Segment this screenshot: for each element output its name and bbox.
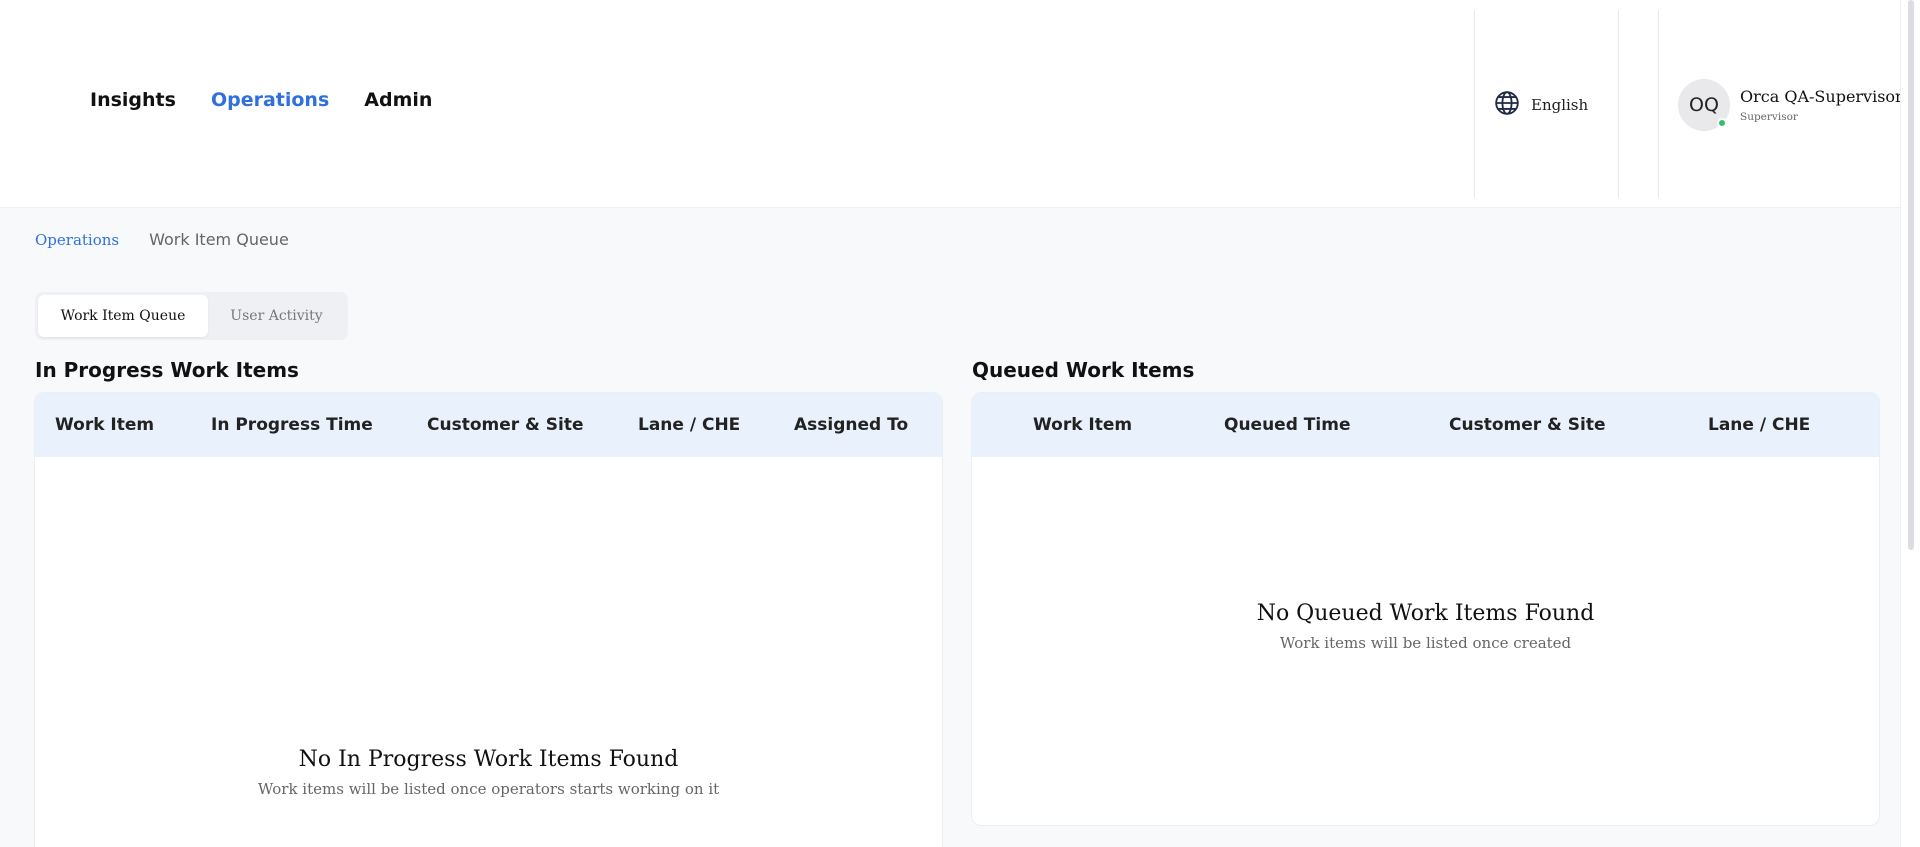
user-profile[interactable]: OQ Orca QA-Supervisor Supervisor [1678,79,1903,131]
empty-state-subtitle: Work items will be listed once created [1279,634,1572,652]
in-progress-empty-state: No In Progress Work Items Found Work ite… [35,747,942,798]
header-divider [1618,10,1619,198]
column-header-lane-che[interactable]: Lane / CHE [1708,393,1810,457]
language-selector[interactable]: English [1494,90,1588,120]
nav-insights[interactable]: Insights [90,89,176,111]
queued-table: Work Item Queued Time Customer & Site La… [971,392,1880,826]
column-header-work-item[interactable]: Work Item [55,393,154,457]
user-name: Orca QA-Supervisor [1740,87,1903,106]
header-divider [1474,10,1475,198]
top-header: Insights Operations Admin English OQ Orc… [0,0,1903,208]
column-header-work-item[interactable]: Work Item [1033,393,1132,457]
avatar-initials: OQ [1689,94,1719,116]
page-scrollbar[interactable] [1900,0,1920,847]
column-header-in-progress-time[interactable]: In Progress Time [211,393,373,457]
tab-work-item-queue[interactable]: Work Item Queue [38,295,208,337]
scrollbar-thumb[interactable] [1908,0,1914,550]
column-header-assigned-to[interactable]: Assigned To [794,393,908,457]
user-role: Supervisor [1740,111,1798,123]
avatar: OQ [1678,79,1730,131]
tab-user-activity[interactable]: User Activity [208,295,345,337]
main-nav: Insights Operations Admin [90,89,432,111]
breadcrumb-current: Work Item Queue [149,230,289,249]
header-divider [1658,10,1659,198]
breadcrumb: Operations Work Item Queue [35,230,289,249]
column-header-lane-che[interactable]: Lane / CHE [638,393,740,457]
in-progress-table: Work Item In Progress Time Customer & Si… [34,392,943,847]
column-header-customer-site[interactable]: Customer & Site [1449,393,1606,457]
in-progress-title: In Progress Work Items [35,358,299,382]
language-label: English [1531,96,1589,114]
nav-admin[interactable]: Admin [364,89,432,111]
queued-title: Queued Work Items [972,358,1195,382]
in-progress-table-header: Work Item In Progress Time Customer & Si… [35,393,942,457]
view-tabs: Work Item Queue User Activity [35,292,348,340]
empty-state-title: No Queued Work Items Found [1256,601,1595,626]
empty-state-subtitle: Work items will be listed once operators… [257,780,720,798]
online-status-indicator [1717,118,1727,128]
column-header-queued-time[interactable]: Queued Time [1224,393,1350,457]
globe-icon [1494,90,1520,120]
nav-operations[interactable]: Operations [211,89,329,111]
empty-state-title: No In Progress Work Items Found [298,747,679,772]
queued-empty-state: No Queued Work Items Found Work items wi… [972,601,1879,652]
queued-table-header: Work Item Queued Time Customer & Site La… [972,393,1879,457]
breadcrumb-operations[interactable]: Operations [35,231,119,249]
column-header-customer-site[interactable]: Customer & Site [427,393,584,457]
user-info: Orca QA-Supervisor Supervisor [1740,87,1903,123]
